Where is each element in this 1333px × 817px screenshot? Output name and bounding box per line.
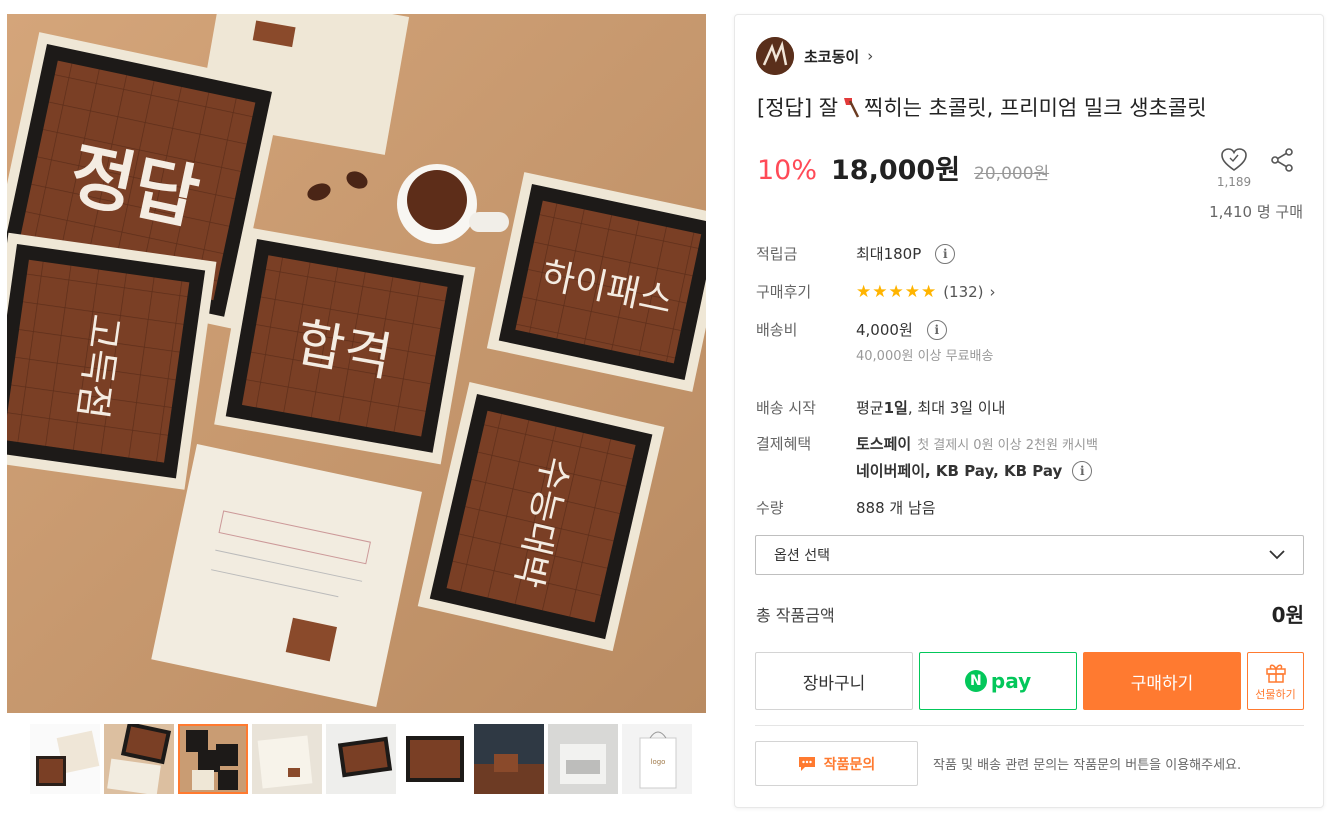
payment-row: 결제혜택 토스페이 첫 결제시 0원 이상 2천원 캐시백 네이버페이, KB … [756, 433, 1098, 481]
option-select-label: 옵션 선택 [774, 548, 830, 564]
photo-box-4: 고득점 [7, 232, 217, 490]
divider [755, 725, 1304, 726]
info-icon[interactable]: i [1072, 460, 1093, 481]
naver-pay-icon: N [964, 670, 987, 692]
inquiry-note: 작품 및 배송 관련 문의는 작품문의 버튼을 이용해주세요. [933, 758, 1242, 773]
points-label: 적립금 [756, 245, 798, 263]
main-product-photo: 정답 합격 하이패스 고득점 수능대박 [7, 14, 706, 713]
seller-link[interactable]: 초코동이 › [756, 37, 873, 75]
buyer-count: 1,410 명 구매 [1209, 203, 1303, 221]
thumbnail-6[interactable] [400, 724, 470, 794]
product-info-panel: 초코동이 › [정답] 잘 찍히는 초콜릿, 프리미엄 밀크 생초콜릿 10% … [734, 14, 1324, 808]
thumbnail-7[interactable] [474, 724, 544, 794]
thumbnail-9[interactable]: logo [622, 724, 692, 794]
thumbnail-2[interactable] [104, 724, 174, 794]
chocolate-boxes-illustration: 정답 합격 하이패스 고득점 수능대박 [7, 14, 706, 713]
ship-start-prefix: 평균 [856, 399, 884, 417]
buy-button[interactable]: 구매하기 [1083, 652, 1241, 710]
naver-pay-label: pay [990, 669, 1032, 693]
product-title: [정답] 잘 찍히는 초콜릿, 프리미엄 밀크 생초콜릿 [757, 92, 1207, 122]
price-row: 10% 18,000원 20,000원 [757, 148, 1049, 187]
total-row: 총 작품금액 0원 [756, 599, 1304, 628]
inquiry-button[interactable]: 작품문의 [755, 741, 918, 786]
like-count: 1,189 [1216, 175, 1252, 189]
ship-start-label: 배송 시작 [756, 399, 816, 417]
review-count: (132) [943, 282, 984, 301]
photo-box-2: 합격 [214, 227, 476, 465]
payment-label: 결제혜택 [756, 435, 812, 453]
seller-avatar [756, 37, 794, 75]
total-value: 0원 [1271, 603, 1304, 627]
thumbnail-strip: logo [30, 724, 692, 794]
toss-pay-note: 첫 결제시 0원 이상 2천원 캐시백 [917, 438, 1098, 453]
action-buttons: 장바구니 N pay 구매하기 선물하기 [755, 652, 1304, 710]
shipping-value: 4,000원 [856, 321, 913, 339]
share-icon [1271, 148, 1293, 172]
thumbnail-8[interactable] [548, 724, 618, 794]
total-label: 총 작품금액 [756, 605, 835, 625]
thumbnail-5[interactable] [326, 724, 396, 794]
info-icon[interactable]: i [935, 243, 956, 264]
shipping-label: 배송비 [756, 321, 798, 339]
axe-icon [840, 95, 862, 119]
thumbnail-4[interactable] [252, 724, 322, 794]
like-button[interactable]: 1,189 [1213, 147, 1255, 189]
option-select[interactable]: 옵션 선택 [755, 535, 1304, 575]
thumbnail-3[interactable] [178, 724, 248, 794]
shipping-row: 배송비 4,000원 i 40,000원 이상 무료배송 [756, 319, 993, 364]
info-icon[interactable]: i [926, 319, 947, 340]
chevron-right-icon: › [989, 282, 996, 301]
ship-start-row: 배송 시작 평균 1일 , 최대 3일 이내 [756, 397, 1005, 418]
share-button[interactable] [1269, 147, 1295, 177]
toss-pay: 토스페이 [856, 435, 912, 453]
points-row: 적립금 최대180P i [756, 243, 956, 264]
original-price: 20,000원 [974, 164, 1050, 184]
inquiry-label: 작품문의 [823, 756, 876, 773]
product-title-prefix: [정답] 잘 [757, 96, 839, 120]
chevron-down-icon [1269, 550, 1285, 560]
gift-label: 선물하기 [1255, 688, 1296, 701]
quantity-row: 수량 888 개 남음 [756, 497, 936, 518]
svg-text:logo: logo [651, 758, 666, 766]
product-title-suffix: 찍히는 초콜릿, 프리미엄 밀크 생초콜릿 [864, 96, 1207, 120]
other-pay: 네이버페이, KB Pay, KB Pay [856, 462, 1063, 480]
chat-icon [798, 756, 815, 771]
naver-pay-button[interactable]: N pay [919, 652, 1077, 710]
gift-icon [1265, 664, 1286, 683]
ship-start-suffix: , 최대 3일 이내 [907, 399, 1006, 417]
quantity-label: 수량 [756, 499, 784, 517]
discount-rate: 10% [757, 155, 818, 186]
sale-price: 18,000원 [831, 155, 961, 186]
thumbnail-1[interactable] [30, 724, 100, 794]
quantity-value: 888 개 남음 [856, 499, 936, 517]
star-rating-icon: ★★★★★ [856, 281, 938, 302]
shipping-note: 40,000원 이상 무료배송 [856, 349, 994, 364]
seller-name: 초코동이 [804, 47, 860, 66]
points-value: 최대180P [856, 245, 922, 263]
ship-start-days: 1일 [883, 399, 908, 417]
review-label: 구매후기 [756, 283, 812, 301]
chevron-right-icon: › [867, 47, 874, 65]
cart-button[interactable]: 장바구니 [755, 652, 913, 710]
heart-icon [1221, 148, 1247, 171]
review-row[interactable]: 구매후기 ★★★★★ (132) › [756, 281, 996, 302]
gift-button[interactable]: 선물하기 [1247, 652, 1304, 710]
